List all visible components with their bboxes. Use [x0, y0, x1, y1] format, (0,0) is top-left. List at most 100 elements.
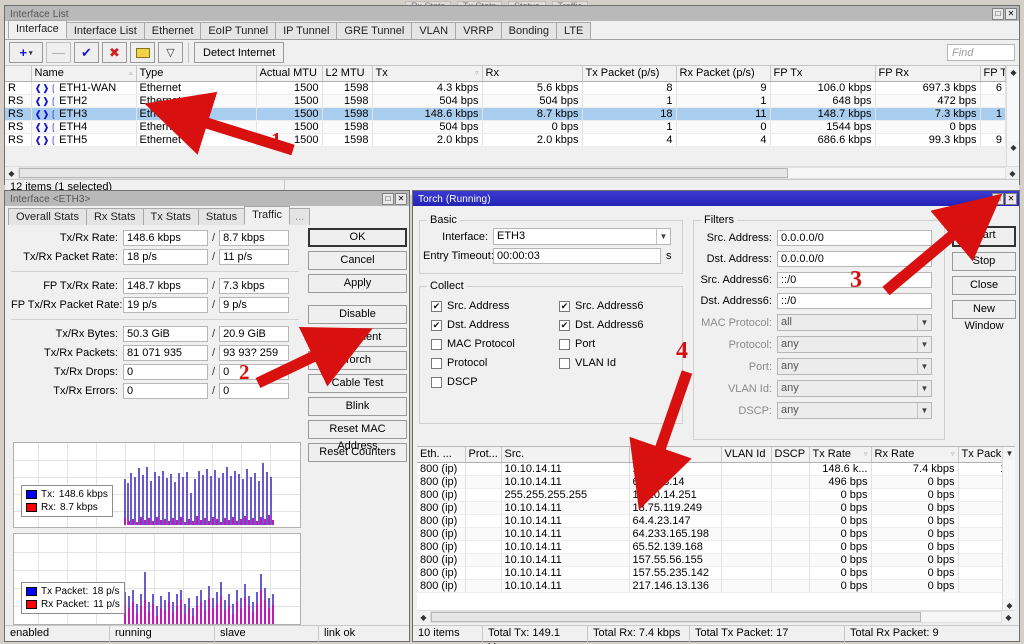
checkbox-icon[interactable]	[559, 339, 570, 350]
cancel-button[interactable]: Cancel	[308, 251, 407, 270]
interface-list-tabs[interactable]: Interface Interface List Ethernet EoIP T…	[5, 21, 1019, 40]
tab-interface[interactable]: Interface	[8, 20, 67, 39]
checkbox-icon[interactable]: ✔	[431, 320, 442, 331]
checkbox-dst-address6[interactable]: ✔ Dst. Address6	[559, 319, 679, 331]
reset-mac-address-button[interactable]: Reset MAC Address	[308, 420, 407, 439]
stop-button[interactable]: Stop	[952, 252, 1016, 271]
table-row[interactable]: 800 (ip) 10.10.14.11 65.52.139.168 0 bps…	[417, 540, 1002, 553]
field-value-tx[interactable]: 0	[123, 364, 208, 380]
interface-list-toolbar[interactable]: + ▾ — ✔ ✖ ▽ Detect Inte	[5, 40, 1019, 66]
interface-table-hscrollbar[interactable]: ◆ ◆	[5, 166, 1019, 179]
col-fp-rx[interactable]: FP Rx	[875, 66, 980, 81]
tab-status[interactable]: Status	[198, 208, 245, 225]
chevron-down-icon[interactable]: ▼	[917, 337, 931, 352]
checkbox-dscp[interactable]: DSCP	[431, 376, 551, 388]
table-row[interactable]: 800 (ip) 10.10.14.11 64.4.23.14 496 bps …	[417, 475, 1002, 488]
table-row[interactable]: 800 (ip) 10.10.14.11 64.4.23.147 0 bps 0…	[417, 514, 1002, 527]
tab-rx-stats[interactable]: Rx Stats	[86, 208, 144, 225]
field-value-rx[interactable]: 20.9 GiB	[219, 326, 289, 342]
torch-titlebar[interactable]: Torch (Running) □ ✕	[413, 191, 1019, 206]
col-src[interactable]: Src.	[501, 447, 629, 462]
torch-window-controls[interactable]: □ ✕	[992, 193, 1017, 205]
dst-address-input[interactable]: 0.0.0.0/0	[777, 251, 932, 267]
interface-detail-window-controls[interactable]: □ ✕	[382, 193, 407, 205]
disable-button[interactable]: Disable	[308, 305, 407, 324]
checkbox-icon[interactable]	[431, 339, 442, 350]
scroll-down-icon[interactable]: ◆	[1007, 141, 1020, 154]
scroll-up-icon[interactable]: ◆	[1007, 66, 1020, 79]
dscp-combo[interactable]: any ▼	[777, 402, 932, 419]
col-tx-packet[interactable]: Tx Packet (p/s)	[582, 66, 676, 81]
checkbox-vlan-id[interactable]: VLAN Id	[559, 357, 679, 369]
maximize-icon[interactable]: □	[992, 193, 1004, 205]
chevron-down-icon[interactable]: ▼	[917, 315, 931, 330]
checkbox-icon[interactable]: ✔	[431, 301, 442, 312]
tab-interface-list[interactable]: Interface List	[66, 22, 145, 39]
close-icon[interactable]: ✕	[395, 193, 407, 205]
find-input[interactable]: Find	[947, 44, 1015, 61]
tab-eoip-tunnel[interactable]: EoIP Tunnel	[200, 22, 276, 39]
field-value-tx[interactable]: 18 p/s	[123, 249, 208, 265]
col-actual-mtu[interactable]: Actual MTU	[256, 66, 322, 81]
hscroll-thumb[interactable]	[431, 612, 921, 622]
dst-address6-input[interactable]: ::/0	[777, 293, 932, 309]
checkbox-icon[interactable]	[431, 377, 442, 388]
comment-button[interactable]	[130, 42, 155, 63]
disable-button[interactable]: ✖	[102, 42, 127, 63]
field-value-rx[interactable]: 93 93? 259	[219, 345, 289, 361]
interface-list-window[interactable]: Interface List □ ✕ Interface Interface L…	[4, 5, 1020, 185]
field-value-tx[interactable]: 19 p/s	[123, 297, 208, 313]
table-row[interactable]: 800 (ip) 10.10.14.11 10.10.14. 148.6 k..…	[417, 462, 1002, 475]
scroll-right-icon[interactable]: ◆	[1002, 611, 1015, 623]
hscroll-track[interactable]	[430, 611, 1002, 623]
table-row[interactable]: RS ❰❱❲ETH2 Ethernet 1500 1598 504 bps 50…	[5, 94, 1006, 107]
interface-table-body[interactable]: R ❰❱❲ETH1-WAN Ethernet 1500 1598 4.3 kbp…	[5, 81, 1006, 146]
tab-ip-tunnel[interactable]: IP Tunnel	[275, 22, 337, 39]
checkbox-dst-address[interactable]: ✔ Dst. Address	[431, 319, 551, 331]
tab-vrrp[interactable]: VRRP	[455, 22, 502, 39]
table-row[interactable]: 800 (ip) 10.10.14.11 13.75.119.249 0 bps…	[417, 501, 1002, 514]
remove-button[interactable]: —	[46, 42, 71, 63]
vlan-id-combo[interactable]: any ▼	[777, 380, 932, 397]
tab-ethernet[interactable]: Ethernet	[144, 22, 202, 39]
table-row[interactable]: R ❰❱❲ETH1-WAN Ethernet 1500 1598 4.3 kbp…	[5, 81, 1006, 94]
scroll-left-icon[interactable]: ◆	[417, 611, 430, 623]
tab-tx-stats[interactable]: Tx Stats	[143, 208, 199, 225]
field-value-tx[interactable]: 50.3 GiB	[123, 326, 208, 342]
src-address-input[interactable]: 0.0.0.0/0	[777, 230, 932, 246]
comment-button[interactable]: Comment	[308, 328, 407, 347]
interface-list-window-controls[interactable]: □ ✕	[992, 8, 1017, 20]
interface-list-titlebar[interactable]: Interface List □ ✕	[5, 6, 1019, 21]
close-icon[interactable]: ✕	[1005, 193, 1017, 205]
checkbox-icon[interactable]	[431, 358, 442, 369]
tab-lte[interactable]: LTE	[556, 22, 591, 39]
checkbox-icon[interactable]: ✔	[559, 301, 570, 312]
start-button[interactable]: Start	[952, 226, 1016, 247]
col-name[interactable]: Name▵	[31, 66, 136, 81]
checkbox-icon[interactable]	[559, 358, 570, 369]
col-dscp[interactable]: DSCP	[771, 447, 809, 462]
checkbox-icon[interactable]: ✔	[559, 320, 570, 331]
field-value-rx[interactable]: 7.3 kbps	[219, 278, 289, 294]
tab-overall-stats[interactable]: Overall Stats	[8, 208, 87, 225]
entry-timeout-input[interactable]: 00:00:03	[493, 248, 661, 264]
cable-test-button[interactable]: Cable Test	[308, 374, 407, 393]
close-button[interactable]: Close	[952, 276, 1016, 295]
tab-vlan[interactable]: VLAN	[411, 22, 456, 39]
close-icon[interactable]: ✕	[1005, 8, 1017, 20]
interface-table-header[interactable]: Name▵ Type Actual MTU L2 MTU Tx▿ Rx Tx P…	[5, 66, 1006, 81]
interface-combo[interactable]: ETH3 ▼	[493, 228, 671, 245]
table-row[interactable]: RS ❰❱❲ETH5 Ethernet 1500 1598 2.0 kbps 2…	[5, 133, 1006, 146]
col-dst[interactable]: Dst.	[629, 447, 721, 462]
checkbox-src-address[interactable]: ✔ Src. Address	[431, 300, 551, 312]
torch-button[interactable]: Torch	[308, 351, 407, 370]
chevron-down-icon[interactable]: ▼	[917, 381, 931, 396]
field-value-rx[interactable]: 9 p/s	[219, 297, 289, 313]
new-window-button[interactable]: New Window	[952, 300, 1016, 319]
tab-more[interactable]: ...	[289, 208, 310, 225]
table-row[interactable]: 800 (ip) 10.10.14.11 157.55.235.142 0 bp…	[417, 566, 1002, 579]
interface-detail-tabs[interactable]: Overall Stats Rx Stats Tx Stats Status T…	[5, 206, 409, 225]
protocol-combo[interactable]: any ▼	[777, 336, 932, 353]
scroll-up-icon[interactable]: ▼	[1003, 447, 1016, 460]
port-combo[interactable]: any ▼	[777, 358, 932, 375]
